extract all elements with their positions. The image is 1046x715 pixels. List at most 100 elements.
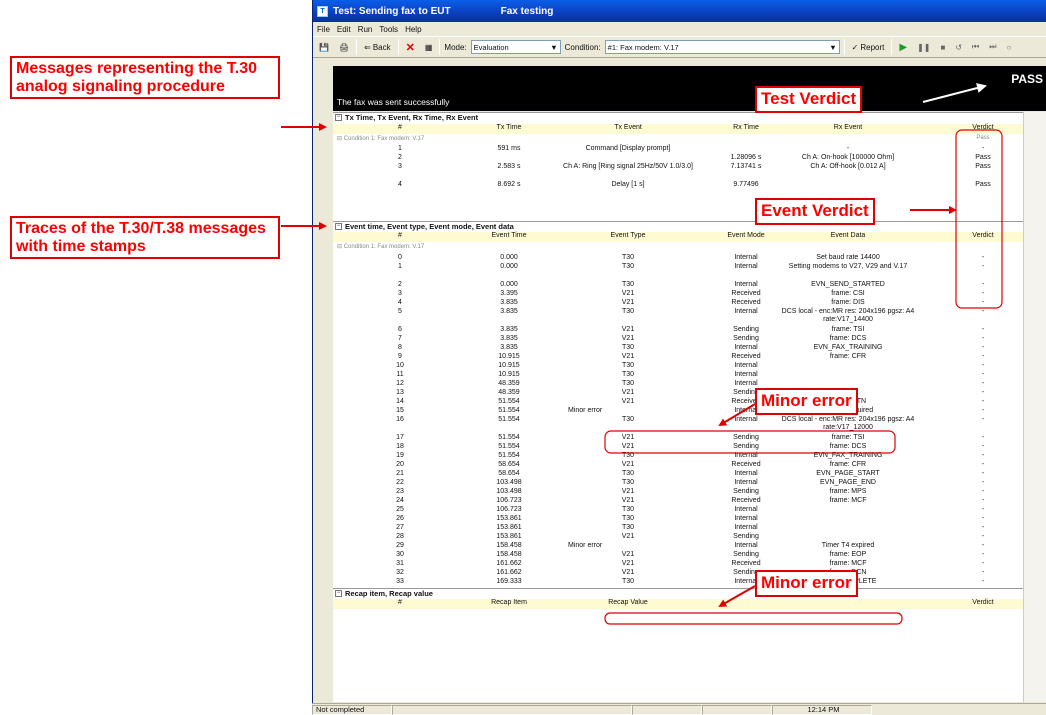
table-row[interactable]: 9 10.915 V21 Received frame: CFR - <box>333 353 1023 362</box>
event-type: V21 <box>621 560 635 567</box>
toolbar: 💾 🖨 ⇐ Back ✕ ▦ Mode: Evaluation ▼ Conditio… <box>313 36 1046 58</box>
loop-icon[interactable]: ↺ <box>952 42 965 53</box>
table-row[interactable]: 28 153.861 V21 Sending - <box>333 533 1023 542</box>
event-type: V21 <box>621 551 635 558</box>
column-header: Tx Event <box>614 124 642 131</box>
vertical-scrollbar[interactable] <box>1023 112 1046 702</box>
collapse-icon[interactable]: − <box>335 114 342 121</box>
table-row[interactable]: 4 8.692 s Delay [1 s] 9.77496 Pass <box>333 181 1023 190</box>
verdict: - <box>981 497 985 504</box>
verdict: - <box>981 308 985 315</box>
table-row[interactable]: 3 3.395 V21 Received frame: CSI - <box>333 290 1023 299</box>
table-row[interactable]: 24 106.723 V21 Received frame: MCF - <box>333 497 1023 506</box>
verdict: - <box>981 524 985 531</box>
row-number: 25 <box>396 506 404 513</box>
table-row[interactable]: 10 10.915 T30 Internal - <box>333 362 1023 371</box>
column-header: Tx Time <box>496 124 522 131</box>
event-time: 106.723 <box>496 497 522 504</box>
table-row[interactable]: 17 51.554 V21 Sending frame: TSI - <box>333 434 1023 443</box>
condition-group-header[interactable]: ⊟ Condition 1: Fax modem: V.17 <box>337 135 424 142</box>
section-tx-rx[interactable]: − Tx Time, Tx Event, Rx Time, Rx Event <box>333 112 1023 122</box>
collapse-icon[interactable]: ⊟ <box>337 244 344 250</box>
table-row[interactable]: 1551.554Minor errorInternalRetrain requi… <box>333 407 1023 416</box>
section-recap[interactable]: − Recap item, Recap value <box>333 588 1023 598</box>
fast-forward-icon[interactable]: ⏭ <box>986 41 999 53</box>
properties-icon[interactable]: ▦ <box>422 42 436 53</box>
table-row[interactable]: 27 153.861 T30 Internal - <box>333 524 1023 533</box>
table-row[interactable]: 12 48.359 T30 Internal - <box>333 380 1023 389</box>
table-row[interactable]: 3 2.583 s Ch A: Ring [Ring signal 25Hz/50V… <box>333 163 1023 172</box>
condition-select[interactable]: #1: Fax modem: V.17 ▼ <box>604 40 840 54</box>
condition-group-header[interactable]: ⊟ Condition 1: Fax modem: V.17 <box>337 243 424 250</box>
table-row[interactable]: 22 103.498 T30 Internal EVN_PAGE_END - <box>333 479 1023 488</box>
table-row[interactable]: 21 58.654 T30 Internal EVN_PAGE_START - <box>333 470 1023 479</box>
table-row[interactable]: 25 106.723 T30 Internal - <box>333 506 1023 515</box>
table-row[interactable]: 1451.554V21Receivedframe: RTN- <box>333 398 1023 407</box>
event-time: 0.000 <box>500 254 518 261</box>
menu-tools[interactable]: Tools <box>379 25 398 34</box>
table-row[interactable]: 1 0.000 T30 Internal Setting modems to V27, … <box>333 263 1023 272</box>
collapse-icon[interactable]: ⊟ <box>337 136 344 142</box>
status-text: Not completed <box>312 704 392 715</box>
table-row[interactable]: 33169.333T30InternalEVN_COMPLETE- <box>333 578 1023 587</box>
menu-help[interactable]: Help <box>405 25 421 34</box>
collapse-icon[interactable]: − <box>335 223 342 230</box>
back-button[interactable]: ⇐ Back <box>361 42 394 53</box>
event-time: 51.554 <box>498 443 520 450</box>
table-row[interactable]: 16 51.554 T30 Internal DCS local - enc:MR re… <box>333 416 1023 431</box>
play-icon[interactable]: ▶ <box>896 41 910 54</box>
rewind-icon[interactable]: ⏮ <box>969 41 982 53</box>
print-icon[interactable]: 🖨 <box>336 42 352 53</box>
column-header-row: # Event Time Event Type Event Mode Event Dat… <box>333 232 1023 242</box>
table-row[interactable]: 18 51.554 V21 Sending frame: DCS - <box>333 443 1023 452</box>
record-icon[interactable]: ○ <box>1003 42 1014 53</box>
table-row[interactable]: 29 158.458 Minor error Internal Timer T4 exp… <box>333 542 1023 551</box>
column-header: Event Time <box>491 232 527 239</box>
save-icon[interactable]: 💾 <box>316 42 332 53</box>
table-row[interactable]: 31 161.662 V21 Received frame: MCF - <box>333 560 1023 569</box>
table-row[interactable]: 19 51.554 T30 Internal EVN_FAX_TRAINING - <box>333 452 1023 461</box>
row-number: 18 <box>396 443 404 450</box>
section-events[interactable]: − Event time, Event type, Event mode, Eve… <box>333 221 1023 231</box>
table-row[interactable]: 4 3.835 V21 Received frame: DIS - <box>333 299 1023 308</box>
event-type: Minor error <box>568 542 603 549</box>
table-row[interactable]: 13 48.359 V21 Sending - <box>333 389 1023 398</box>
delete-icon[interactable]: ✕ <box>403 40 418 55</box>
table-row[interactable]: 2 0.000 T30 Internal EVN_SEND_STARTED - <box>333 281 1023 290</box>
table-row[interactable]: 30 158.458 V21 Sending frame: EOP - <box>333 551 1023 560</box>
report-button[interactable]: ✓ Report <box>849 42 888 53</box>
test-verdict: PASS <box>1011 72 1043 86</box>
table-row[interactable]: 7 3.835 V21 Sending frame: DCS - <box>333 335 1023 344</box>
toolbar-separator <box>891 39 893 55</box>
table-row[interactable]: 20 58.654 V21 Received frame: CFR - <box>333 461 1023 470</box>
status-bar: Not completed 12:14 PM <box>312 703 1046 715</box>
table-row[interactable]: 5 3.835 T30 Internal DCS local - enc:MR res:… <box>333 308 1023 323</box>
mode-select[interactable]: Evaluation ▼ <box>470 40 561 54</box>
verdict: - <box>981 371 985 378</box>
stop-icon[interactable]: ■ <box>938 42 949 53</box>
section-title: Tx Time, Tx Event, Rx Time, Rx Event <box>345 113 479 122</box>
menu-edit[interactable]: Edit <box>337 25 351 34</box>
rx-time: 1.28096 s <box>730 154 762 161</box>
menu-file[interactable]: File <box>317 25 330 34</box>
table-row[interactable]: 32161.662V21Sendingframe: DCN- <box>333 569 1023 578</box>
table-row[interactable]: 0 0.000 T30 Internal Set baud rate 14400 - <box>333 254 1023 263</box>
table-row[interactable]: 2 1.28096 s Ch A: On-hook [100000 Ohm] Pass <box>333 154 1023 163</box>
pause-icon[interactable]: ❚❚ <box>914 42 933 53</box>
verdict: - <box>981 443 985 450</box>
collapse-icon[interactable]: − <box>335 590 342 597</box>
table-row[interactable]: 1 591 ms Command [Display prompt] - - <box>333 145 1023 154</box>
table-row[interactable]: 11 10.915 T30 Internal - <box>333 371 1023 380</box>
menu-run[interactable]: Run <box>358 25 373 34</box>
table-row[interactable]: 8 3.835 T30 Internal EVN_FAX_TRAINING - <box>333 344 1023 353</box>
event-data: DCS local - enc:MR res: 204x196 pgsz: A4… <box>781 416 915 431</box>
event-data: frame: EOP <box>829 551 867 558</box>
table-row[interactable]: 6 3.835 V21 Sending frame: TSI - <box>333 326 1023 335</box>
table-row[interactable]: 23 103.498 V21 Sending frame: MPS - <box>333 488 1023 497</box>
annotation-t30-t38: Traces of the T.30/T.38 messages with ti… <box>10 216 280 260</box>
table-row[interactable]: 26 153.861 T30 Internal - <box>333 515 1023 524</box>
row-number: 3 <box>398 163 402 170</box>
row-number: 4 <box>398 299 402 306</box>
status-time: 12:14 PM <box>772 704 872 715</box>
verdict: - <box>981 416 985 423</box>
